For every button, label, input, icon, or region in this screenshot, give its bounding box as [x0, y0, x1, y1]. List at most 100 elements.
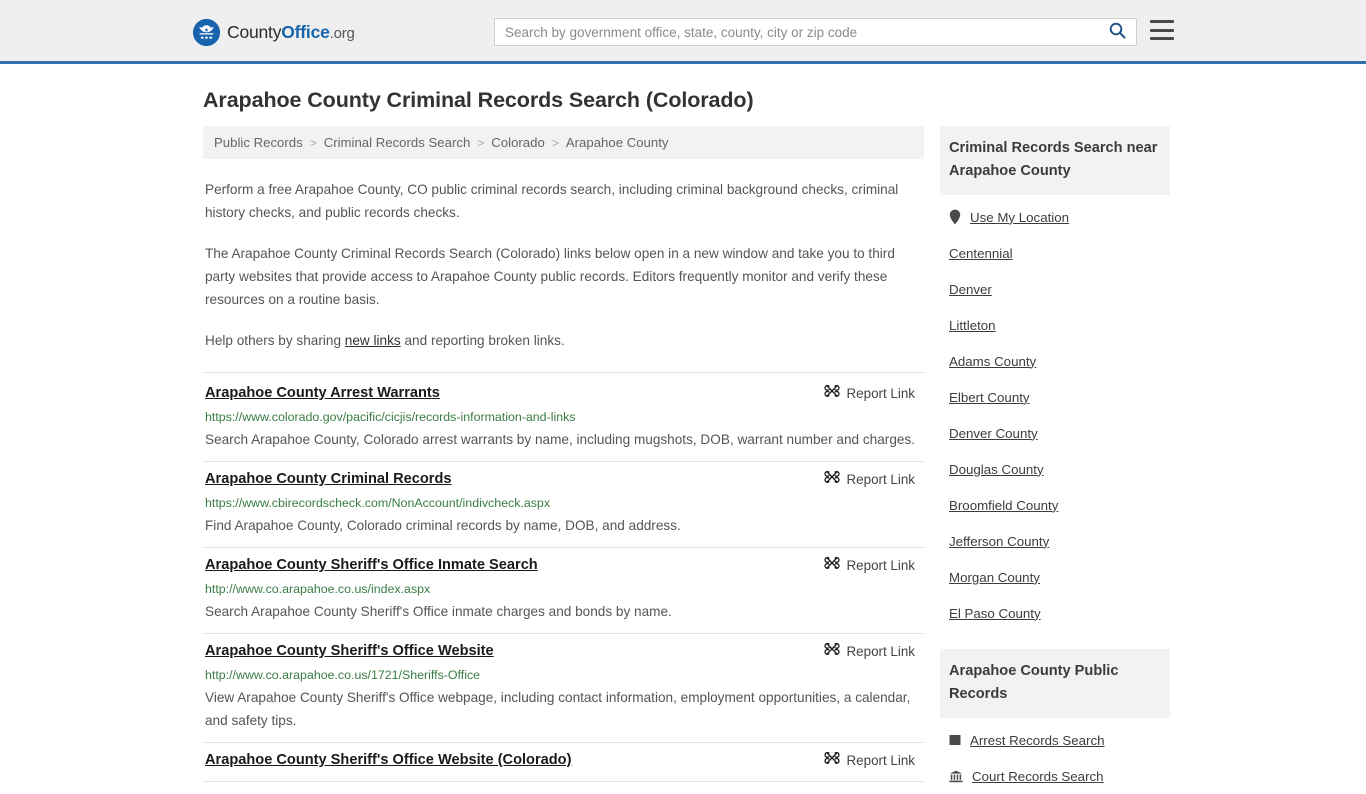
sidebar-item-label[interactable]: El Paso County: [949, 606, 1041, 621]
search-button[interactable]: [1098, 19, 1136, 45]
logo-text-org: .org: [329, 25, 355, 42]
report-link-label: Report Link: [846, 472, 915, 487]
sidebar-item-label[interactable]: Adams County: [949, 354, 1036, 369]
sidebar-item-label[interactable]: Use My Location: [970, 210, 1069, 225]
entry-header: Arapahoe County Arrest Warrants Report L…: [203, 383, 924, 404]
sidebar-item-label[interactable]: Littleton: [949, 318, 996, 333]
entry-header: Arapahoe County Criminal Records Report …: [203, 469, 924, 490]
hamburger-menu-icon[interactable]: [1150, 20, 1174, 40]
report-link-button[interactable]: Report Link: [823, 555, 915, 576]
sidebar-item-denver[interactable]: Denver: [940, 271, 1170, 307]
sidebar-item-elbert-county[interactable]: Elbert County: [940, 379, 1170, 415]
intro-paragraph-1: Perform a free Arapahoe County, CO publi…: [205, 182, 899, 220]
resource-title-link[interactable]: Arapahoe County Criminal Records: [203, 469, 452, 489]
search-icon: [1109, 22, 1126, 42]
search-bar[interactable]: [494, 18, 1137, 46]
intro-paragraph-2: The Arapahoe County Criminal Records Sea…: [205, 246, 895, 307]
logo-text-office: Office: [281, 22, 330, 42]
page-title: Arapahoe County Criminal Records Search …: [203, 88, 754, 112]
sidebar-item-jefferson-county[interactable]: Jefferson County: [940, 523, 1170, 559]
map-pin-icon: [949, 209, 961, 225]
resource-title-link[interactable]: Arapahoe County Arrest Warrants: [203, 383, 440, 403]
broken-link-icon: [823, 641, 840, 662]
broken-link-icon: [823, 383, 840, 404]
sidebar-item-douglas-county[interactable]: Douglas County: [940, 451, 1170, 487]
hamburger-bar-2: [1150, 28, 1174, 32]
report-link-button[interactable]: Report Link: [823, 469, 915, 490]
report-link-label: Report Link: [846, 644, 915, 659]
sidebar-item-court-records-search[interactable]: Court Records Search: [940, 758, 1170, 794]
sidebar-item-denver-county[interactable]: Denver County: [940, 415, 1170, 451]
new-links-link[interactable]: new links: [345, 333, 401, 348]
resource-title-link[interactable]: Arapahoe County Sheriff's Office Website: [203, 641, 494, 661]
intro-paragraph-3: Help others by sharing new links and rep…: [203, 329, 916, 352]
breadcrumb-item-arapahoe-county: Arapahoe County: [565, 135, 669, 150]
courthouse-icon: [949, 770, 963, 783]
list-item: Arapahoe County Sheriff's Office Website: [203, 634, 924, 743]
sidebar-item-el-paso-county[interactable]: El Paso County: [940, 595, 1170, 631]
resource-description: View Arapahoe County Sheriff's Office we…: [205, 690, 911, 728]
breadcrumb-item-colorado[interactable]: Colorado: [491, 135, 545, 150]
list-item: Arapahoe County Sheriff's Office Website…: [203, 743, 924, 782]
sidebar-public-records-list: Arrest Records Search Court Records Sear…: [940, 718, 1170, 794]
sidebar-item-label[interactable]: Jefferson County: [949, 534, 1049, 549]
sidebar: Criminal Records Search near Arapahoe Co…: [940, 126, 1170, 794]
resource-description: Search Arapahoe County, Colorado arrest …: [205, 432, 916, 447]
sidebar-item-label[interactable]: Centennial: [949, 246, 1013, 261]
resource-url[interactable]: http://www.co.arapahoe.co.us/index.aspx: [203, 581, 924, 597]
sidebar-item-morgan-county[interactable]: Morgan County: [940, 559, 1170, 595]
hamburger-bar-1: [1150, 20, 1174, 23]
resource-url[interactable]: https://www.colorado.gov/pacific/cicjis/…: [203, 409, 924, 425]
report-link-label: Report Link: [846, 386, 915, 401]
breadcrumb-separator: >: [477, 135, 485, 150]
sidebar-item-label[interactable]: Denver County: [949, 426, 1038, 441]
intro-p3-before: Help others by sharing: [205, 333, 345, 348]
sidebar-item-arrest-records-search[interactable]: Arrest Records Search: [940, 722, 1170, 758]
resource-link-list: Arapahoe County Arrest Warrants Report L…: [203, 372, 924, 782]
report-link-button[interactable]: Report Link: [823, 641, 915, 662]
search-input[interactable]: [495, 19, 1098, 45]
sidebar-item-label[interactable]: Arrest Records Search: [970, 733, 1105, 748]
hamburger-bar-3: [1150, 37, 1174, 40]
list-item: Arapahoe County Criminal Records Report …: [203, 462, 924, 548]
square-icon: [949, 734, 961, 746]
resource-title-link[interactable]: Arapahoe County Sheriff's Office Inmate …: [203, 555, 538, 575]
eagle-seal-icon: [193, 19, 220, 46]
breadcrumb-item-criminal-records-search[interactable]: Criminal Records Search: [324, 135, 471, 150]
sidebar-item-label[interactable]: Denver: [949, 282, 992, 297]
sidebar-public-records-title: Arapahoe County Public Records: [940, 649, 1170, 718]
sidebar-item-broomfield-county[interactable]: Broomfield County: [940, 487, 1170, 523]
sidebar-item-label[interactable]: Court Records Search: [972, 769, 1104, 784]
breadcrumb: Public Records > Criminal Records Search…: [203, 126, 924, 159]
resource-url[interactable]: https://www.cbirecordscheck.com/NonAccou…: [203, 495, 924, 511]
sidebar-item-adams-county[interactable]: Adams County: [940, 343, 1170, 379]
sidebar-item-littleton[interactable]: Littleton: [940, 307, 1170, 343]
site-logo[interactable]: CountyOffice.org: [193, 19, 355, 46]
broken-link-icon: [823, 469, 840, 490]
resource-description: Find Arapahoe County, Colorado criminal …: [205, 518, 681, 533]
entry-header: Arapahoe County Sheriff's Office Website: [203, 641, 924, 662]
report-link-label: Report Link: [846, 753, 915, 768]
sidebar-item-label[interactable]: Douglas County: [949, 462, 1044, 477]
intro-p3-after: and reporting broken links.: [400, 333, 565, 348]
sidebar-item-label[interactable]: Morgan County: [949, 570, 1040, 585]
broken-link-icon: [823, 555, 840, 576]
logo-text-county: County: [227, 22, 282, 42]
list-item: Arapahoe County Arrest Warrants Report L…: [203, 372, 924, 462]
sidebar-item-label[interactable]: Broomfield County: [949, 498, 1058, 513]
list-item: Arapahoe County Sheriff's Office Inmate …: [203, 548, 924, 634]
resource-description: Search Arapahoe County Sheriff's Office …: [205, 604, 672, 619]
resource-url[interactable]: http://www.co.arapahoe.co.us/1721/Sherif…: [203, 667, 924, 683]
sidebar-item-centennial[interactable]: Centennial: [940, 235, 1170, 271]
sidebar-item-label[interactable]: Elbert County: [949, 390, 1030, 405]
resource-title-link[interactable]: Arapahoe County Sheriff's Office Website…: [203, 750, 571, 770]
sidebar-item-use-my-location[interactable]: Use My Location: [940, 199, 1170, 235]
breadcrumb-item-public-records[interactable]: Public Records: [214, 135, 303, 150]
breadcrumb-separator: >: [551, 135, 559, 150]
entry-header: Arapahoe County Sheriff's Office Inmate …: [203, 555, 924, 576]
sidebar-nearby-title: Criminal Records Search near Arapahoe Co…: [940, 126, 1170, 195]
breadcrumb-separator: >: [309, 135, 317, 150]
intro-text: Perform a free Arapahoe County, CO publi…: [203, 178, 924, 352]
report-link-button[interactable]: Report Link: [823, 383, 915, 404]
site-logo-text: CountyOffice.org: [227, 22, 355, 43]
